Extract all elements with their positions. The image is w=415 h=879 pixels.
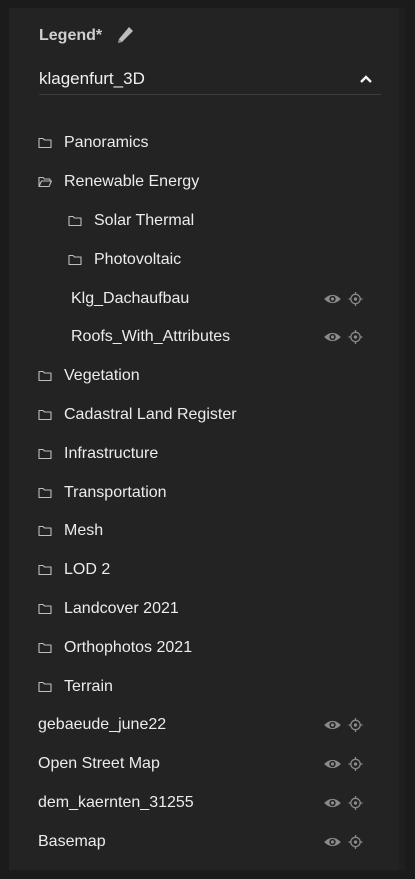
layer-label: Open Street Map: [38, 755, 160, 773]
folder-icon[interactable]: [38, 603, 52, 615]
folder-row[interactable]: Mesh: [0, 512, 396, 551]
layer-tree: Panoramics Renewable Energy Solar Thermal P…: [0, 124, 396, 861]
folder-label: LOD 2: [64, 561, 111, 579]
folder-icon[interactable]: [68, 215, 82, 227]
layer-row[interactable]: Basemap: [0, 822, 396, 861]
folder-label: Vegetation: [64, 367, 140, 385]
layer-actions: [323, 330, 363, 345]
layer-label: dem_kaernten_31255: [38, 793, 194, 811]
folder-label: Infrastructure: [64, 444, 159, 462]
folder-label: Orthophotos 2021: [64, 638, 193, 656]
crosshair-icon[interactable]: [348, 834, 363, 849]
project-name: klagenfurt_3D: [39, 69, 145, 88]
folder-row[interactable]: Photovoltaic: [0, 240, 396, 279]
layer-label: gebaeude_june22: [38, 716, 167, 734]
eye-icon[interactable]: [323, 796, 342, 809]
folder-label: Terrain: [64, 677, 113, 695]
crosshair-icon[interactable]: [348, 757, 363, 772]
folder-icon[interactable]: [38, 409, 52, 421]
eye-icon[interactable]: [323, 292, 342, 305]
folder-row[interactable]: Vegetation: [0, 357, 396, 396]
crosshair-icon[interactable]: [348, 795, 363, 810]
project-selector[interactable]: klagenfurt_3D: [39, 64, 381, 95]
pencil-icon[interactable]: [116, 26, 134, 46]
folder-row[interactable]: Solar Thermal: [0, 202, 396, 241]
folder-icon[interactable]: [38, 487, 52, 499]
folder-row[interactable]: Panoramics: [0, 124, 396, 163]
layer-label: Klg_Dachaufbau: [71, 289, 190, 307]
folder-row[interactable]: LOD 2: [0, 551, 396, 590]
crosshair-icon[interactable]: [348, 718, 363, 733]
folder-icon[interactable]: [38, 448, 52, 460]
folder-label: Landcover 2021: [64, 599, 179, 617]
layer-row[interactable]: gebaeude_june22: [0, 706, 396, 745]
folder-label: Renewable Energy: [64, 173, 200, 191]
folder-label: Solar Thermal: [94, 211, 195, 229]
crosshair-icon[interactable]: [348, 291, 363, 306]
folder-label: Cadastral Land Register: [64, 405, 237, 423]
layer-row[interactable]: Roofs_With_Attributes: [0, 318, 396, 357]
folder-label: Mesh: [64, 522, 104, 540]
folder-open-icon[interactable]: [38, 176, 52, 188]
layer-label: Roofs_With_Attributes: [71, 328, 231, 346]
folder-row[interactable]: Renewable Energy: [0, 163, 396, 202]
legend-title: Legend*: [39, 27, 103, 44]
folder-label: Transportation: [64, 483, 167, 501]
layer-row[interactable]: Klg_Dachaufbau: [0, 279, 396, 318]
legend-header: Legend*: [39, 26, 134, 46]
layer-row[interactable]: dem_kaernten_31255: [0, 784, 396, 823]
layer-actions: [323, 291, 363, 306]
folder-row[interactable]: Cadastral Land Register: [0, 396, 396, 435]
layer-label: Basemap: [38, 832, 106, 850]
folder-icon[interactable]: [38, 681, 52, 693]
folder-row[interactable]: Transportation: [0, 473, 396, 512]
folder-icon[interactable]: [38, 642, 52, 654]
crosshair-icon[interactable]: [348, 330, 363, 345]
folder-row[interactable]: Orthophotos 2021: [0, 628, 396, 667]
folder-icon[interactable]: [38, 525, 52, 537]
folder-icon[interactable]: [68, 254, 82, 266]
layer-actions: [323, 834, 363, 849]
folder-icon[interactable]: [38, 564, 52, 576]
layer-actions: [323, 795, 363, 810]
layer-row[interactable]: Open Street Map: [0, 745, 396, 784]
layer-actions: [323, 757, 363, 772]
layer-actions: [323, 718, 363, 733]
chevron-up-icon[interactable]: [359, 74, 373, 84]
folder-row[interactable]: Terrain: [0, 667, 396, 706]
folder-label: Panoramics: [64, 134, 149, 152]
folder-icon[interactable]: [38, 137, 52, 149]
eye-icon[interactable]: [323, 835, 342, 848]
folder-icon[interactable]: [38, 370, 52, 382]
folder-row[interactable]: Landcover 2021: [0, 590, 396, 629]
eye-icon[interactable]: [323, 758, 342, 771]
folder-label: Photovoltaic: [94, 250, 182, 268]
eye-icon[interactable]: [323, 331, 342, 344]
eye-icon[interactable]: [323, 719, 342, 732]
folder-row[interactable]: Infrastructure: [0, 434, 396, 473]
